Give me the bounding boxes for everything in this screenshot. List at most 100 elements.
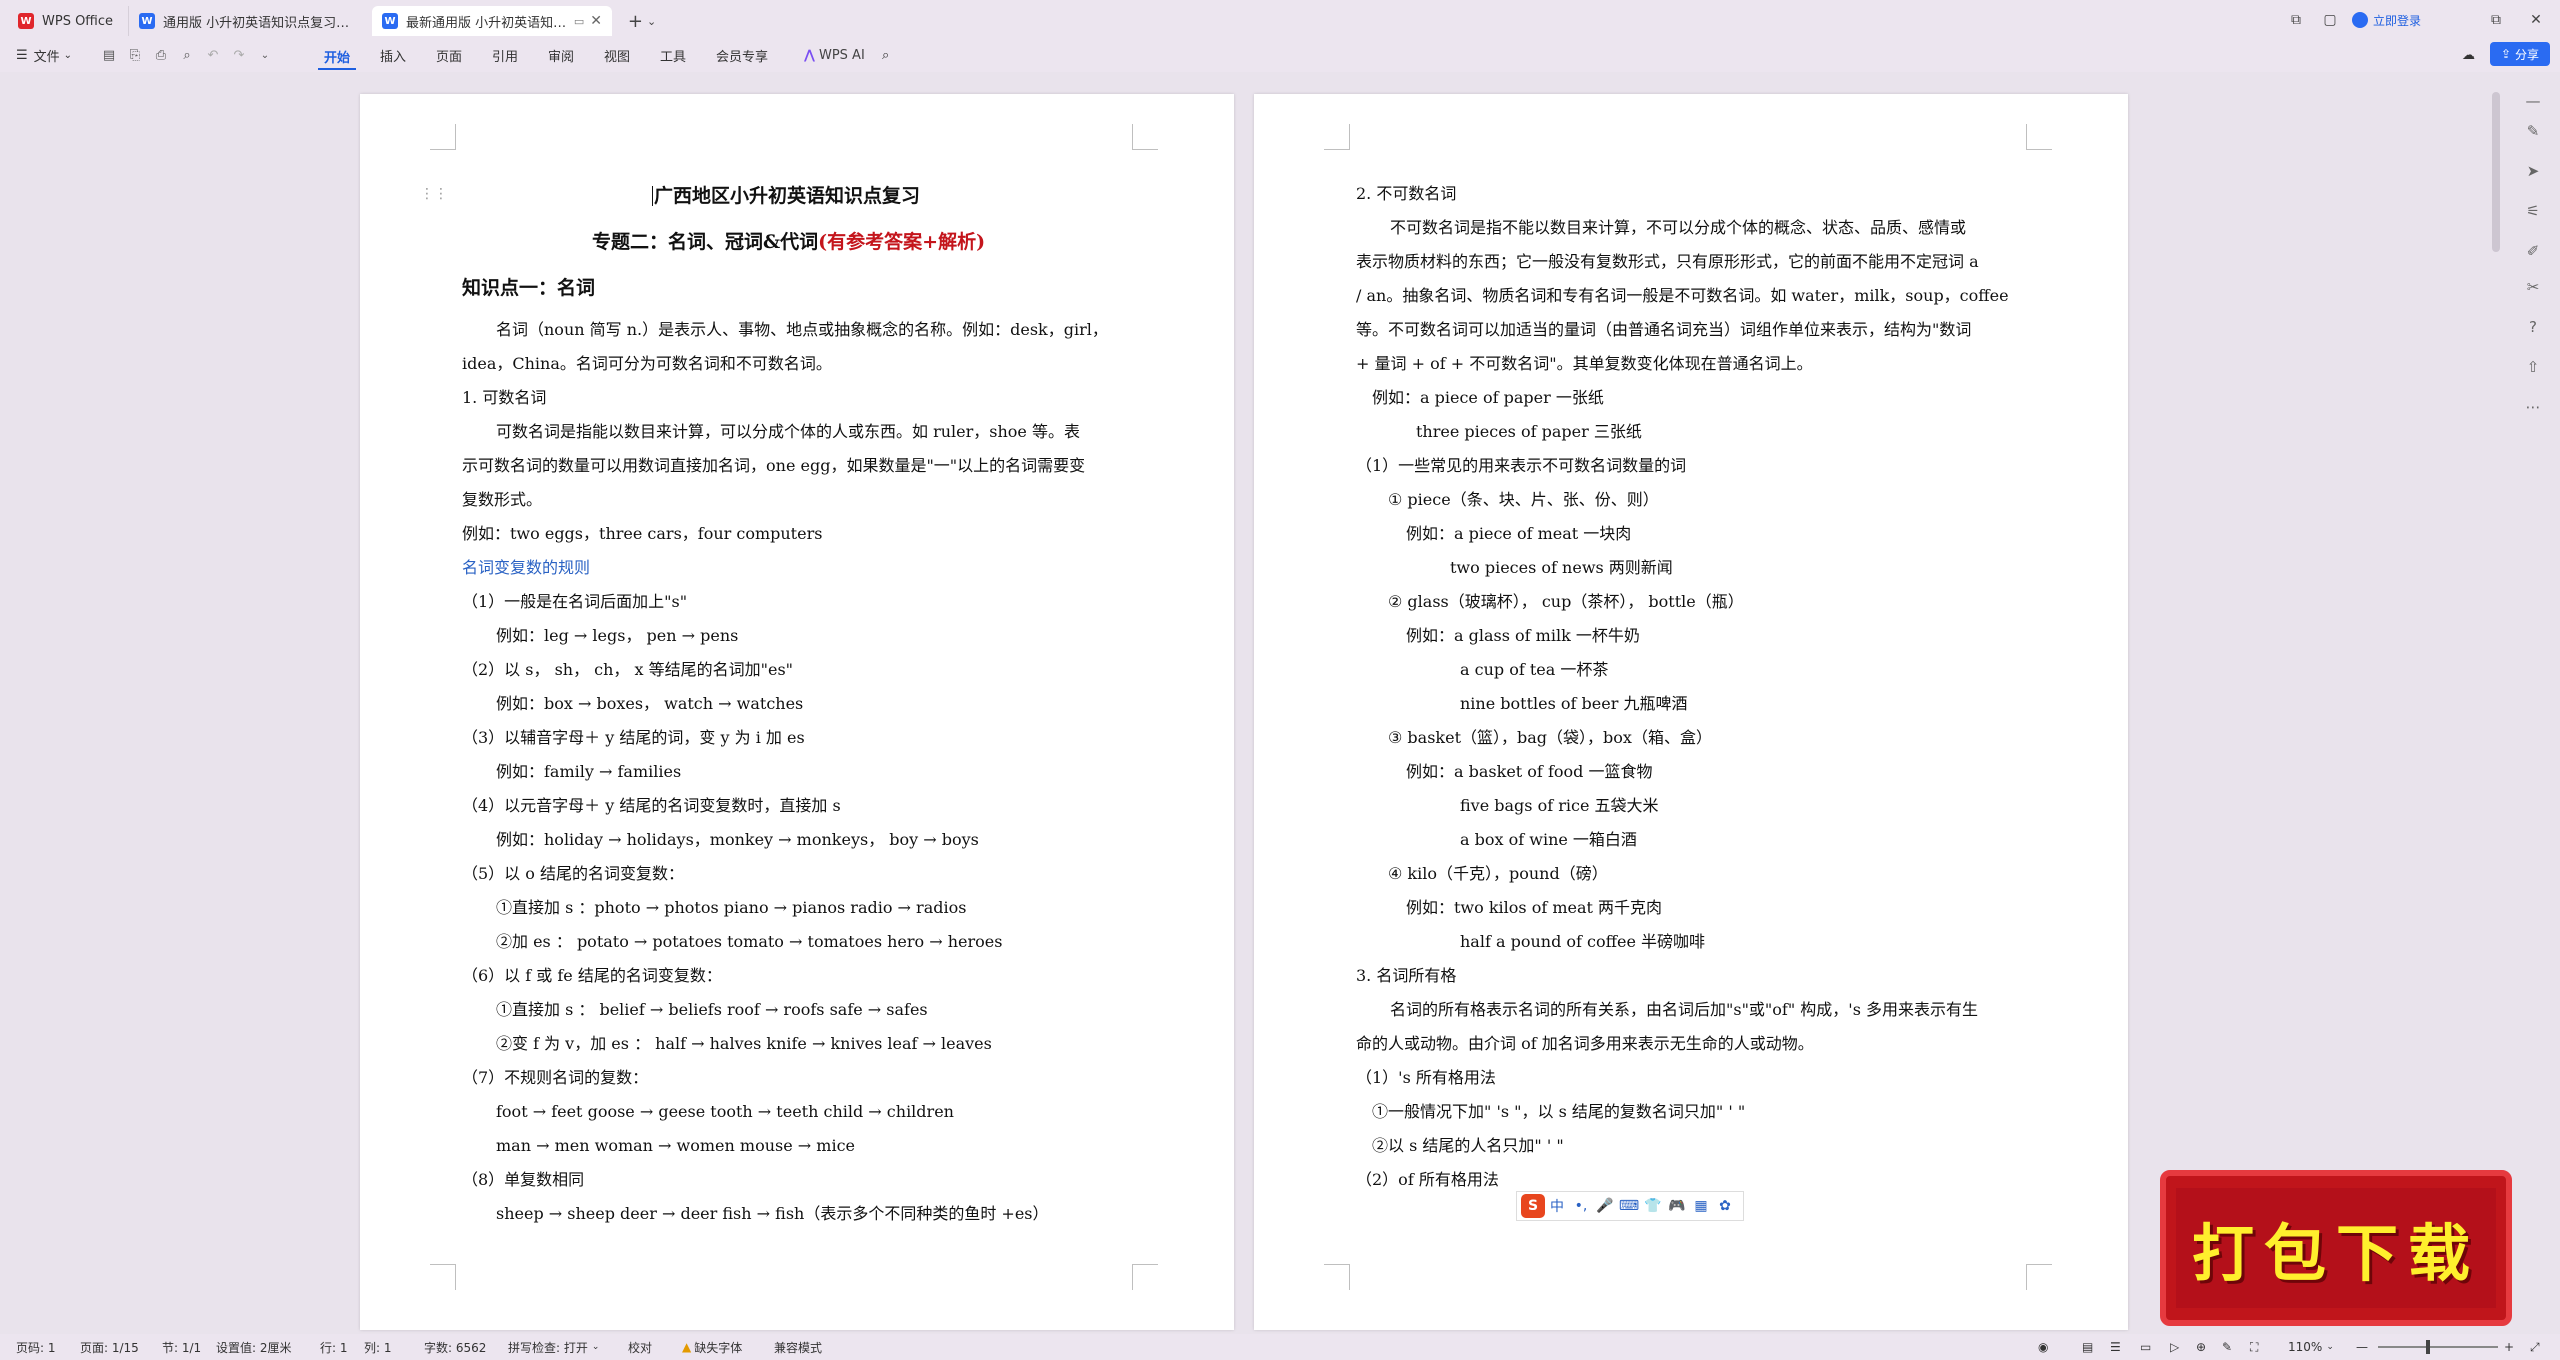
paragraph-line: ②加 es ： potato → potatoes tomato → tomat… bbox=[496, 932, 1003, 951]
status-section[interactable]: 节: 1/1 bbox=[162, 1339, 201, 1355]
tab-tools[interactable]: 工具 bbox=[654, 44, 692, 66]
promo-text: 打包下载 bbox=[2176, 1188, 2496, 1308]
tab-home[interactable]: 开始 bbox=[318, 44, 357, 70]
zoom-out-icon[interactable]: — bbox=[2356, 1339, 2368, 1355]
outline-view-icon[interactable]: ☰ bbox=[2110, 1339, 2121, 1355]
pen-mode-icon[interactable]: ✎ bbox=[2222, 1339, 2232, 1355]
read-view-icon[interactable]: ▭ bbox=[2140, 1339, 2151, 1355]
sogou-logo-icon[interactable]: S bbox=[1521, 1194, 1545, 1218]
drag-handle-icon[interactable]: ⋮⋮ bbox=[420, 186, 448, 202]
fit-page-icon[interactable]: ⛶ bbox=[2250, 1339, 2258, 1355]
document-page-1[interactable]: ⋮⋮ 广西地区小升初英语知识点复习 专题二：名词、冠词&代词(有参考答案+解析)… bbox=[360, 94, 1234, 1330]
status-bar: 页码: 1 页面: 1/15 节: 1/1 设置值: 2厘米 行: 1 列: 1… bbox=[0, 1334, 2560, 1360]
tab-document-2-active[interactable]: W 最新通用版 小升初英语知识点... ▭ ✕ bbox=[372, 6, 612, 36]
proofread-button[interactable]: 校对 bbox=[628, 1339, 652, 1355]
tools-icon[interactable]: ✂ bbox=[2522, 276, 2544, 298]
link-heading[interactable]: 名词变复数的规则 bbox=[462, 558, 590, 578]
tab-review[interactable]: 审阅 bbox=[542, 44, 580, 66]
zoom-in-icon[interactable]: + bbox=[2504, 1339, 2514, 1355]
paragraph-line: （5）以 o 结尾的名词变复数： bbox=[462, 864, 684, 883]
chevron-down-icon[interactable]: ⌄ bbox=[256, 46, 274, 64]
paragraph-line: 例如：a basket of food 一篮食物 bbox=[1406, 762, 1653, 781]
paragraph-line: 例如：a glass of milk 一杯牛奶 bbox=[1406, 626, 1640, 645]
zoom-slider[interactable] bbox=[2378, 1346, 2498, 1348]
missing-font-button[interactable]: ▲ 缺失字体 bbox=[682, 1339, 742, 1355]
tab-view[interactable]: 视图 bbox=[598, 44, 636, 66]
paragraph-line: 示可数名词的数量可以用数词直接加名词，one egg，如果数量是"一"以上的名词… bbox=[462, 456, 1086, 475]
ime-toolbar[interactable]: S 中 •, 🎤 ⌨ 👕 🎮 ▦ ✿ bbox=[1516, 1191, 1744, 1221]
web-view-icon[interactable]: ⊕ bbox=[2196, 1339, 2206, 1355]
select-icon[interactable]: ➤ bbox=[2522, 160, 2544, 182]
ime-voice-icon[interactable]: 🎤 bbox=[1593, 1198, 1617, 1214]
tab-wps-office[interactable]: W WPS Office bbox=[8, 6, 128, 36]
zoom-slider-handle[interactable] bbox=[2426, 1340, 2430, 1354]
tab-insert[interactable]: 插入 bbox=[374, 44, 412, 66]
tab-page[interactable]: 页面 bbox=[430, 44, 468, 66]
fullscreen-icon[interactable]: ⤢ bbox=[2530, 1339, 2540, 1355]
restore-window-icon[interactable]: ⧉ bbox=[2476, 8, 2516, 32]
paragraph-line: ①一般情况下加" 's "，以 s 结尾的复数名词只加" ' " bbox=[1372, 1102, 1746, 1121]
undo-icon[interactable]: ↶ bbox=[204, 46, 222, 64]
ime-punctuation-icon[interactable]: •, bbox=[1569, 1198, 1593, 1214]
ime-keyboard-icon[interactable]: ⌨ bbox=[1617, 1198, 1641, 1214]
paragraph-line: 例如：a piece of meat 一块肉 bbox=[1406, 524, 1632, 543]
status-word-count[interactable]: 字数: 6562 bbox=[424, 1339, 486, 1355]
monitor-icon[interactable]: ▭ bbox=[574, 15, 584, 28]
status-column[interactable]: 列: 1 bbox=[364, 1339, 392, 1355]
spell-check-toggle[interactable]: 拼写检查: 打开 ⌄ bbox=[508, 1339, 599, 1355]
status-pages[interactable]: 页面: 1/15 bbox=[80, 1339, 139, 1355]
cloud-sync-icon[interactable]: ☁ bbox=[2462, 44, 2475, 66]
word-doc-icon: W bbox=[382, 13, 398, 29]
document-page-2[interactable]: 2. 不可数名词 不可数名词是指不能以数目来计算，不可以分成个体的概念、状态、品… bbox=[1254, 94, 2128, 1330]
paragraph-line: 1. 可数名词 bbox=[462, 388, 547, 407]
avatar-icon bbox=[2352, 12, 2368, 28]
page-view-icon[interactable]: ▤ bbox=[2082, 1339, 2093, 1355]
paragraph-line: a cup of tea 一杯茶 bbox=[1460, 660, 1609, 679]
ime-chinese-mode[interactable]: 中 bbox=[1545, 1196, 1569, 1216]
eye-icon[interactable]: ◉ bbox=[2038, 1339, 2048, 1355]
ime-toolbox-icon[interactable]: ▦ bbox=[1689, 1198, 1713, 1214]
pen-icon[interactable]: ✎ bbox=[2522, 120, 2544, 142]
login-button[interactable]: 立即登录 bbox=[2352, 8, 2421, 32]
redo-icon[interactable]: ↷ bbox=[230, 46, 248, 64]
new-tab-button[interactable]: + ⌄ bbox=[622, 8, 662, 34]
export-icon[interactable]: ⎘ bbox=[126, 46, 144, 64]
paragraph-line: （8）单复数相同 bbox=[462, 1170, 585, 1189]
section-heading: 知识点一：名词 bbox=[462, 277, 596, 299]
help-icon[interactable]: ? bbox=[2522, 316, 2544, 338]
ime-settings-icon[interactable]: ✿ bbox=[1713, 1198, 1737, 1214]
close-window-icon[interactable]: ✕ bbox=[2516, 8, 2556, 32]
file-menu[interactable]: ☰ 文件 ⌄ bbox=[16, 44, 72, 66]
close-tab-icon[interactable]: ✕ bbox=[590, 13, 602, 29]
adjust-icon[interactable]: ⚟ bbox=[2522, 200, 2544, 222]
paragraph-line: 等。不可数名词可以加适当的量词（由普通名词充当）词组作单位来表示，结构为"数词 bbox=[1356, 320, 1972, 339]
paragraph-line: 2. 不可数名词 bbox=[1356, 184, 1457, 203]
more-icon[interactable]: ⋯ bbox=[2522, 396, 2544, 418]
print-preview-icon[interactable]: ⌕ bbox=[178, 46, 196, 64]
collapse-icon[interactable]: — bbox=[2522, 90, 2544, 112]
tab-member[interactable]: 会员专享 bbox=[710, 44, 774, 66]
status-row[interactable]: 行: 1 bbox=[320, 1339, 348, 1355]
zoom-level[interactable]: 110% ⌄ bbox=[2288, 1339, 2334, 1355]
vertical-scrollbar[interactable] bbox=[2492, 92, 2500, 252]
screen-icon[interactable]: ▢ bbox=[2310, 8, 2350, 32]
tab-document-1[interactable]: W 通用版 小升初英语知识点复习专题1... bbox=[128, 6, 368, 36]
search-icon[interactable]: ⌕ bbox=[882, 44, 889, 66]
tab-reference[interactable]: 引用 bbox=[486, 44, 524, 66]
share-doc-icon[interactable]: ⇧ bbox=[2522, 356, 2544, 378]
save-icon[interactable]: ▤ bbox=[100, 46, 118, 64]
status-setting[interactable]: 设置值: 2厘米 bbox=[216, 1339, 292, 1355]
tab-label: WPS Office bbox=[42, 13, 114, 29]
wps-ai-button[interactable]: ⋀ WPS AI bbox=[804, 44, 865, 66]
download-promo-banner[interactable]: 打包下载 bbox=[2160, 1170, 2512, 1326]
status-page-number[interactable]: 页码: 1 bbox=[16, 1339, 56, 1355]
ime-game-icon[interactable]: 🎮 bbox=[1665, 1198, 1689, 1214]
print-icon[interactable]: ⎙ bbox=[152, 46, 170, 64]
share-button[interactable]: ⇪ 分享 bbox=[2490, 42, 2550, 66]
play-icon[interactable]: ▷ bbox=[2170, 1339, 2179, 1355]
spell-check-label: 拼写检查: 打开 bbox=[508, 1340, 588, 1355]
ime-skin-icon[interactable]: 👕 bbox=[1641, 1198, 1665, 1214]
edit-box-icon[interactable]: ✐ bbox=[2522, 240, 2544, 262]
paragraph-line: five bags of rice 五袋大米 bbox=[1460, 796, 1659, 815]
paragraph-line: （6）以 f 或 fe 结尾的名词变复数： bbox=[462, 966, 722, 985]
